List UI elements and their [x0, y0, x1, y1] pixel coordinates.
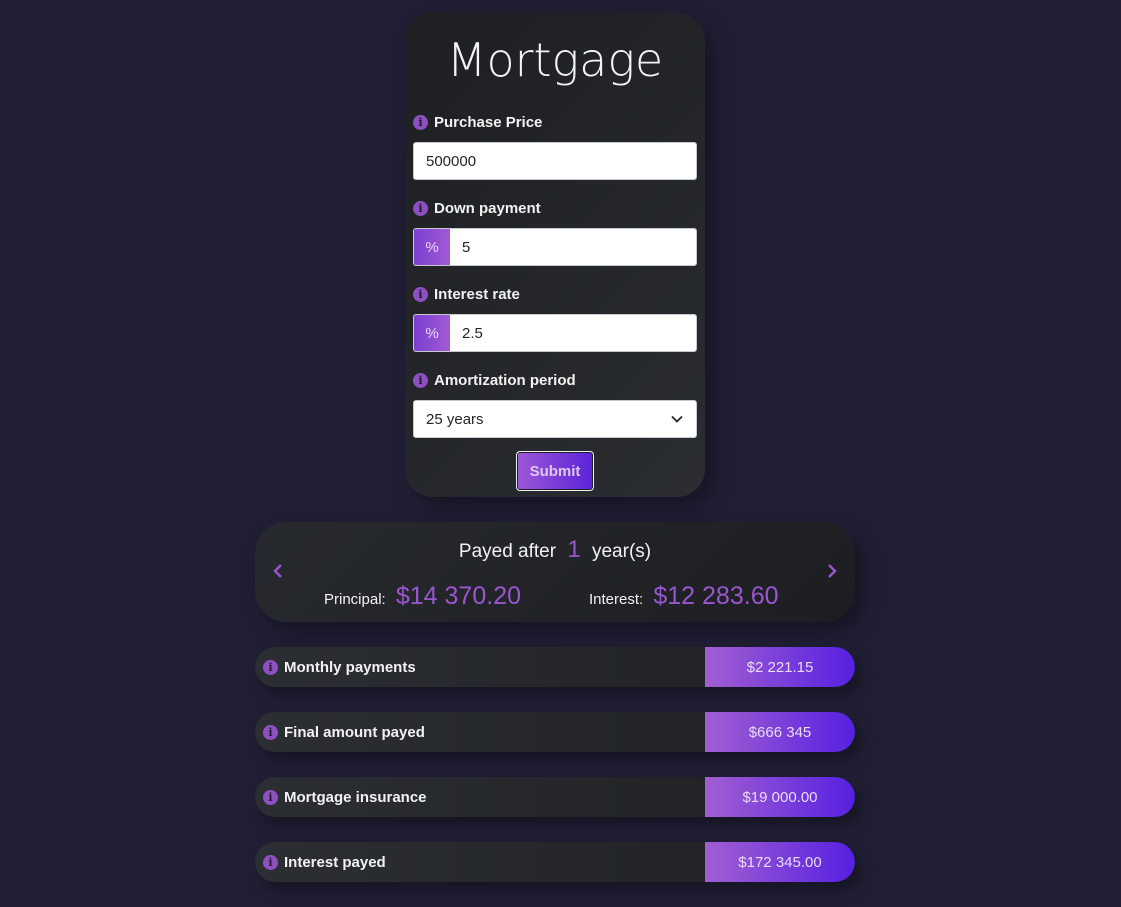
- chevron-down-icon[interactable]: [670, 412, 684, 426]
- chevron-right-icon[interactable]: [825, 563, 839, 579]
- result-label-text: Final amount payed: [284, 723, 425, 741]
- info-icon[interactable]: i: [413, 372, 428, 388]
- down-payment-label-text: Down payment: [434, 199, 541, 217]
- interest-rate-value[interactable]: 2.5: [450, 325, 483, 342]
- info-icon[interactable]: i: [413, 286, 428, 302]
- down-payment-input[interactable]: % 5: [413, 228, 697, 266]
- interest-rate-label-text: Interest rate: [434, 285, 520, 303]
- purchase-price-label-text: Purchase Price: [434, 113, 543, 131]
- payed-after-years: 1: [567, 536, 581, 563]
- purchase-price-input[interactable]: 500000: [413, 142, 697, 180]
- percent-addon: %: [414, 229, 450, 265]
- interest-value: $12 283.60: [653, 582, 779, 610]
- interest-summary: Interest: $12 283.60: [589, 582, 779, 611]
- result-value: $172 345.00: [705, 842, 855, 882]
- interest-label: Interest:: [589, 591, 644, 608]
- result-value: $19 000.00: [705, 777, 855, 817]
- principal-value: $14 370.20: [395, 582, 521, 610]
- payed-after-suffix: year(s): [591, 541, 652, 562]
- info-icon[interactable]: i: [413, 114, 428, 130]
- result-value: $666 345: [705, 712, 855, 752]
- result-label: i Final amount payed: [263, 722, 425, 742]
- info-icon[interactable]: i: [413, 200, 428, 216]
- payed-after-panel: Payed after 1 year(s) Principal: $14 370…: [255, 522, 855, 622]
- result-row: i Final amount payed $666 345: [255, 712, 855, 752]
- chevron-left-icon[interactable]: [271, 563, 285, 579]
- info-icon[interactable]: i: [263, 659, 278, 675]
- purchase-price-value[interactable]: 500000: [414, 153, 476, 170]
- amortization-label: i Amortization period: [413, 370, 576, 390]
- percent-addon: %: [414, 315, 450, 351]
- interest-rate-label: i Interest rate: [413, 284, 520, 304]
- amortization-select[interactable]: 25 years: [413, 400, 697, 438]
- interest-rate-input[interactable]: % 2.5: [413, 314, 697, 352]
- payed-after-prefix: Payed after: [458, 541, 557, 562]
- purchase-price-label: i Purchase Price: [413, 112, 542, 132]
- down-payment-label: i Down payment: [413, 198, 541, 218]
- info-icon[interactable]: i: [263, 854, 278, 870]
- info-icon[interactable]: i: [263, 724, 278, 740]
- page-title: Mortgage: [446, 33, 664, 87]
- info-icon[interactable]: i: [263, 789, 278, 805]
- amortization-label-text: Amortization period: [434, 371, 576, 389]
- result-label: i Mortgage insurance: [263, 787, 427, 807]
- amortization-selected[interactable]: 25 years: [414, 411, 484, 428]
- result-label-text: Interest payed: [284, 853, 386, 871]
- payed-after-heading: Payed after 1 year(s): [255, 536, 855, 564]
- principal-summary: Principal: $14 370.20: [324, 582, 521, 611]
- result-row: i Mortgage insurance $19 000.00: [255, 777, 855, 817]
- submit-button[interactable]: Submit: [516, 451, 594, 491]
- result-row: i Monthly payments $2 221.15: [255, 647, 855, 687]
- down-payment-value[interactable]: 5: [450, 239, 470, 256]
- result-label-text: Mortgage insurance: [284, 788, 427, 806]
- result-label-text: Monthly payments: [284, 658, 416, 676]
- mortgage-form-card: Mortgage i Purchase Price 500000 i Down …: [405, 13, 705, 497]
- principal-label: Principal:: [324, 591, 386, 608]
- result-value: $2 221.15: [705, 647, 855, 687]
- result-label: i Interest payed: [263, 852, 386, 872]
- result-row: i Interest payed $172 345.00: [255, 842, 855, 882]
- result-label: i Monthly payments: [263, 657, 416, 677]
